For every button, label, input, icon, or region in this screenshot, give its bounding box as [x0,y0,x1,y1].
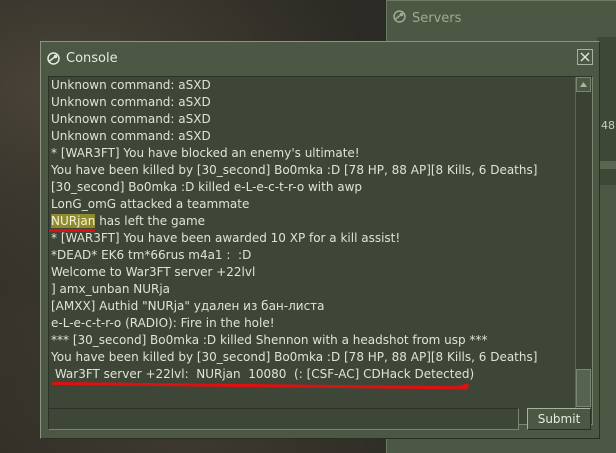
log-line-text: has left the game [95,214,206,228]
log-line-text: Unknown command: aSXD [51,95,211,109]
log-line-text: * [WAR3FT] You have been awarded 10 XP f… [51,231,401,245]
log-line: [30_second] Bo0mka :D killed e-L-e-c-t-r… [51,179,577,196]
log-line: Welcome to War3FT server +22lvl [51,264,577,281]
console-title: Console [66,50,118,66]
close-icon [580,52,590,62]
arrow-up-icon [580,82,587,87]
submit-button[interactable]: Submit [527,408,591,430]
console-window: Console Unknown command: aSXD Unknown com… [40,41,600,439]
log-line: e-L-e-c-t-r-o (RADIO): Fire in the hole! [51,315,577,332]
log-line-text: *DEAD* EK6 tm*66rus m4a1 : :D [51,248,252,262]
steam-icon [393,9,406,27]
log-line: Unknown command: aSXD [51,128,577,145]
command-input[interactable] [48,408,519,430]
log-line: * [WAR3FT] You have been awarded 10 XP f… [51,230,577,247]
log-line-text: Unknown command: aSXD [51,112,211,126]
log-line-text: *** [30_second] Bo0mka :D killed Shennon… [51,333,488,347]
log-line-text: e-L-e-c-t-r-o (RADIO): Fire in the hole! [51,316,275,330]
scroll-thumb[interactable] [576,369,591,407]
log-line-text: [30_second] Bo0mka :D killed e-L-e-c-t-r… [51,180,363,194]
highlighted-text: NURjan [51,214,96,228]
log-line-text: You have been killed by [30_second] Bo0m… [51,163,538,177]
log-line-text: LonG_omG attacked a teammate [51,197,250,211]
annotation-underline-nurjan [49,229,95,232]
log-line: You have been killed by [30_second] Bo0m… [51,162,577,179]
steam-icon [47,51,60,65]
log-line: LonG_omG attacked a teammate [51,196,577,213]
log-line: * [WAR3FT] You have blocked an enemy's u… [51,145,577,162]
log-line-text: You have been killed by [30_second] Bo0m… [51,350,538,364]
log-line-text: * [WAR3FT] You have blocked an enemy's u… [51,146,360,160]
log-line-text: ] amx_unban NURja [51,282,171,296]
log-line: [AMXX] Authid "NURja" удален из бан-лист… [51,298,577,315]
log-line: *DEAD* EK6 tm*66rus m4a1 : :D [51,247,577,264]
log-line: ] amx_unban NURja [51,281,577,298]
log-line-text: War3FT server +22lvl: NURjan 10080 (: [C… [51,367,475,381]
log-line: NURjan has left the game [51,213,577,230]
log-line-text: Unknown command: aSXD [51,78,211,92]
log-line-text: [AMXX] Authid "NURja" удален из бан-лист… [51,299,325,313]
log-line: You have been killed by [30_second] Bo0m… [51,349,577,366]
log-line-text: Welcome to War3FT server +22lvl [51,265,256,279]
log-line-text: Unknown command: aSXD [51,129,211,143]
console-title-bar[interactable]: Console [47,49,118,67]
log-line: *** [30_second] Bo0mka :D killed Shennon… [51,332,577,349]
console-log[interactable]: Unknown command: aSXD Unknown command: aS… [48,76,593,425]
servers-title-bar[interactable]: Servers [393,9,461,27]
server-count-partial: 48 [601,119,615,132]
close-button[interactable] [577,49,593,65]
log-scrollbar[interactable] [575,77,592,424]
console-log-lines: Unknown command: aSXD Unknown command: aS… [51,77,577,422]
scroll-up-button[interactable] [576,77,591,92]
servers-title: Servers [412,10,462,26]
log-line: Unknown command: aSXD [51,111,577,128]
log-line: War3FT server +22lvl: NURjan 10080 (: [C… [51,366,577,383]
log-line: Unknown command: aSXD [51,77,577,94]
log-line: Unknown command: aSXD [51,94,577,111]
